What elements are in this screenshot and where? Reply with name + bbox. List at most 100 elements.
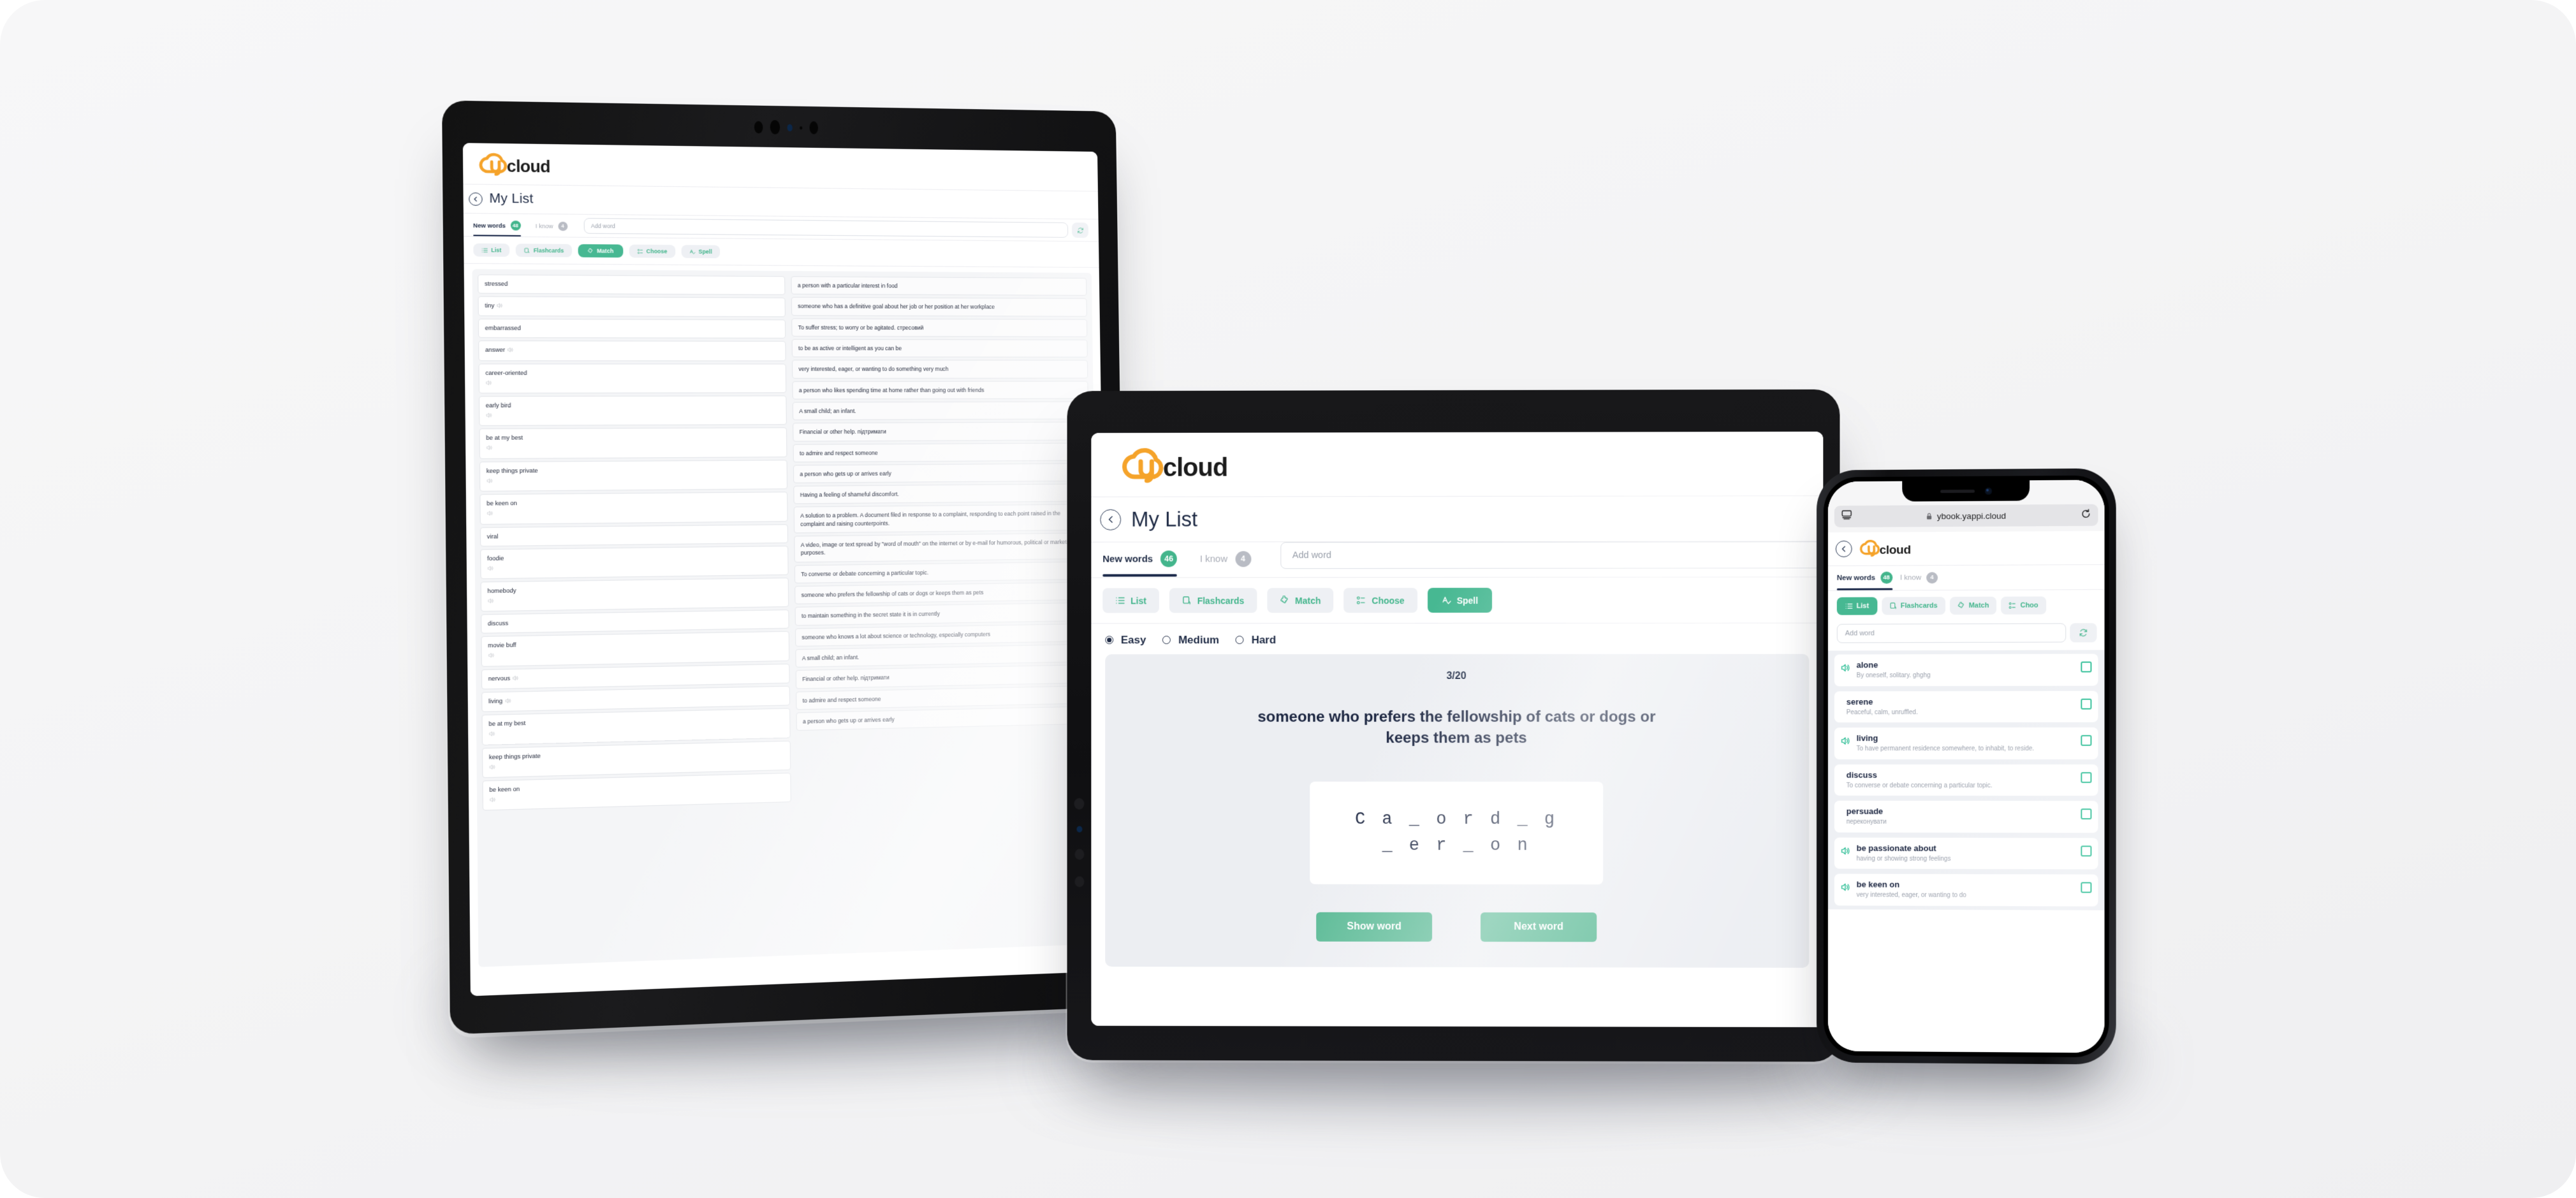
match-definition-card[interactable]: Financial or other help. підтримати xyxy=(796,664,1092,689)
back-button[interactable] xyxy=(1836,541,1852,557)
word-list-item[interactable]: alone By oneself, solitary. ghghg xyxy=(1834,654,2098,685)
know-word-checkbox[interactable] xyxy=(2081,882,2091,893)
match-word-card[interactable]: be keen on xyxy=(482,773,791,811)
tab-i-know[interactable]: I know 4 xyxy=(536,221,567,237)
mode-button-list[interactable]: List xyxy=(473,244,509,257)
speaker-icon[interactable] xyxy=(497,302,504,311)
tab-i-know[interactable]: I know 4 xyxy=(1900,572,1938,590)
match-definition-card[interactable]: A small child; an infant. xyxy=(795,644,1092,668)
speaker-icon[interactable] xyxy=(1841,845,1851,859)
speaker-icon[interactable] xyxy=(512,675,519,683)
word-list-item[interactable]: be keen on very interested, eager, or wan… xyxy=(1834,873,2098,906)
browser-url-bar[interactable]: ybook.yappi.cloud xyxy=(1834,504,2098,527)
speaker-icon[interactable] xyxy=(1841,736,1851,749)
match-definition-card[interactable]: a person who gets up or arrives early xyxy=(796,706,1094,731)
speaker-icon[interactable] xyxy=(504,698,511,706)
brand-logo-tablet[interactable]: cloud xyxy=(478,152,1098,185)
match-definition-card[interactable]: Having a feeling of shameful discomfort. xyxy=(793,484,1090,504)
show-word-button[interactable]: Show word xyxy=(1316,912,1432,942)
match-word-card[interactable]: keep things private xyxy=(479,460,787,492)
match-definition-card[interactable]: someone who knows a lot about science or… xyxy=(795,623,1092,646)
tab-new-words[interactable]: New words 48 xyxy=(473,220,521,236)
next-word-button[interactable]: Next word xyxy=(1481,912,1597,942)
match-definition-card[interactable]: a person with a particular interest in f… xyxy=(791,276,1087,296)
match-definition-card[interactable]: To converse or debate concerning a parti… xyxy=(794,561,1091,583)
match-definition-card[interactable]: a person who gets up or arrives early xyxy=(793,463,1090,483)
speaker-icon[interactable] xyxy=(488,724,784,740)
mode-button-flashcards[interactable]: Flashcards xyxy=(516,244,572,257)
mode-button-list[interactable]: List xyxy=(1837,597,1877,615)
match-word-card[interactable]: discuss xyxy=(481,610,789,634)
match-definition-card[interactable]: A solution to a problem. A document file… xyxy=(794,504,1090,534)
tab-new-words[interactable]: New words 46 xyxy=(1102,550,1177,576)
match-definition-card[interactable]: A video, image or text spread by "word o… xyxy=(794,533,1090,562)
word-list-item[interactable]: living To have permanent residence somewh… xyxy=(1834,727,2098,759)
know-word-checkbox[interactable] xyxy=(2081,845,2091,856)
know-word-checkbox[interactable] xyxy=(2081,808,2091,819)
mode-button-choose[interactable]: Choose xyxy=(1343,588,1417,613)
add-word-input[interactable]: Add word xyxy=(1280,541,1823,569)
match-word-card[interactable]: homebody xyxy=(481,578,789,612)
speaker-icon[interactable] xyxy=(487,476,781,486)
match-word-card[interactable]: answer xyxy=(478,341,786,362)
speaker-icon[interactable] xyxy=(487,508,781,519)
match-definition-card[interactable]: to be as active or intelligent as you ca… xyxy=(792,339,1088,358)
word-list-item[interactable]: be passionate about having or showing str… xyxy=(1834,837,2098,869)
difficulty-option-easy[interactable]: Easy xyxy=(1105,634,1146,646)
speaker-icon[interactable] xyxy=(488,647,782,661)
match-definition-card[interactable]: a person who likes spending time at home… xyxy=(792,381,1088,399)
speaker-icon[interactable] xyxy=(507,347,514,356)
match-word-card[interactable]: tiny xyxy=(478,296,785,318)
match-word-card[interactable]: career-oriented xyxy=(478,363,786,393)
match-word-card[interactable]: be at my best xyxy=(479,428,787,459)
match-definition-card[interactable]: someone who has a definitive goal about … xyxy=(791,297,1087,316)
brand-logo-phone[interactable]: cloud xyxy=(1859,539,1921,558)
match-word-card[interactable]: be at my best xyxy=(481,708,790,745)
speaker-icon[interactable] xyxy=(486,443,780,453)
match-definition-card[interactable]: To suffer stress; to worry or be agitate… xyxy=(791,318,1087,337)
know-word-checkbox[interactable] xyxy=(2081,662,2091,673)
match-word-card[interactable]: be keen on xyxy=(479,492,787,524)
spell-answer-input[interactable]: C a _ o r d _ g _ e r _ o n xyxy=(1310,782,1603,884)
speaker-icon[interactable] xyxy=(1841,882,1851,895)
add-word-input[interactable]: Add word xyxy=(1837,623,2066,643)
mode-button-match[interactable]: Match xyxy=(1267,588,1333,613)
match-word-card[interactable]: living xyxy=(481,686,790,712)
tab-new-words[interactable]: New words 48 xyxy=(1837,572,1892,590)
speaker-icon[interactable] xyxy=(489,789,784,805)
word-list-item[interactable]: persuade переконувати xyxy=(1834,801,2098,833)
match-definition-card[interactable]: A small child; an infant. xyxy=(793,401,1088,420)
phone-word-list[interactable]: alone By oneself, solitary. ghghg serene Pe… xyxy=(1828,650,2105,910)
speaker-icon[interactable] xyxy=(488,594,782,606)
mode-button-flashcards[interactable]: Flashcards xyxy=(1169,588,1257,613)
match-word-card[interactable]: embarrassed xyxy=(478,319,786,339)
reader-view-icon[interactable] xyxy=(1841,510,1852,523)
speaker-icon[interactable] xyxy=(487,561,782,574)
mode-button-choose[interactable]: Choo xyxy=(2001,597,2045,615)
know-word-checkbox[interactable] xyxy=(2081,698,2091,709)
match-word-card[interactable]: viral xyxy=(480,524,788,546)
word-list-item[interactable]: discuss To converse or debate concerning … xyxy=(1834,764,2098,796)
match-word-card[interactable]: early bird xyxy=(479,395,787,426)
know-word-checkbox[interactable] xyxy=(2081,735,2091,746)
match-word-card[interactable]: movie buff xyxy=(481,631,789,666)
mode-button-match[interactable]: Match xyxy=(1950,597,1997,615)
speaker-icon[interactable] xyxy=(1841,662,1851,676)
match-definition-card[interactable]: to admire and respect someone xyxy=(796,685,1092,710)
match-definition-card[interactable]: Financial or other help. підтримати xyxy=(793,422,1089,441)
speaker-icon[interactable] xyxy=(486,411,780,421)
reload-icon[interactable] xyxy=(2081,508,2091,522)
tab-i-know[interactable]: I know 4 xyxy=(1200,551,1251,576)
mode-button-spell[interactable]: Spell xyxy=(681,245,720,258)
refresh-button[interactable] xyxy=(2070,623,2097,642)
match-definition-card[interactable]: to maintain something in the secret stat… xyxy=(795,603,1092,625)
mode-button-match[interactable]: Match xyxy=(578,244,623,258)
refresh-button[interactable] xyxy=(1072,223,1088,238)
match-definition-card[interactable]: to admire and respect someone xyxy=(793,442,1090,462)
brand-logo-laptop[interactable]: cloud xyxy=(1120,446,1823,485)
match-word-card[interactable]: stressed xyxy=(478,274,785,295)
difficulty-option-medium[interactable]: Medium xyxy=(1162,634,1219,646)
know-word-checkbox[interactable] xyxy=(2081,772,2091,783)
match-word-card[interactable]: foodie xyxy=(480,545,789,579)
back-button[interactable] xyxy=(469,192,483,205)
